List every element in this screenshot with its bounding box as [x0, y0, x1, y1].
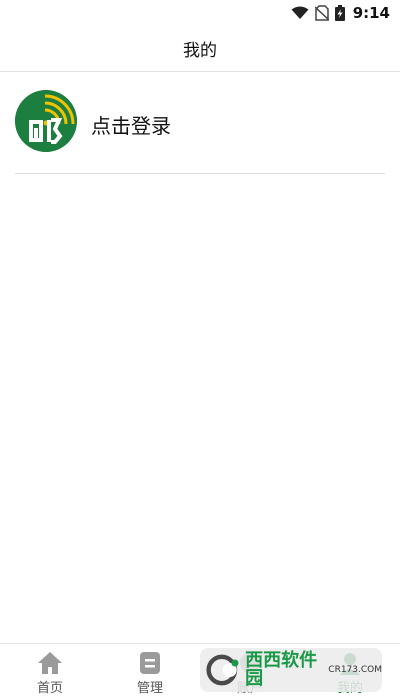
tab-home[interactable]: 首页 — [0, 644, 100, 700]
watermark-logo-icon — [206, 654, 239, 686]
home-icon — [37, 650, 63, 676]
status-time: 9:14 — [352, 4, 390, 22]
login-row[interactable]: 点击登录 — [15, 90, 385, 174]
battery-charging-icon — [334, 5, 345, 21]
login-label[interactable]: 点击登录 — [91, 110, 171, 139]
no-sim-icon — [314, 5, 329, 21]
tab-label-manage: 管理 — [136, 681, 163, 696]
app-logo-icon — [15, 90, 77, 152]
header: 我的 — [0, 26, 400, 72]
page-title: 我的 — [183, 41, 217, 61]
watermark-brand: 西西软件园 — [245, 650, 318, 689]
watermark-url: CR173.COM — [328, 665, 382, 675]
watermark: 西西软件园 CR173.COM — [200, 648, 382, 692]
status-bar: 9:14 — [0, 0, 400, 26]
divider — [15, 173, 385, 174]
wifi-icon — [291, 6, 309, 19]
manage-icon — [139, 650, 161, 676]
tab-manage[interactable]: 管理 — [100, 644, 200, 700]
tab-label-home: 首页 — [36, 681, 63, 696]
